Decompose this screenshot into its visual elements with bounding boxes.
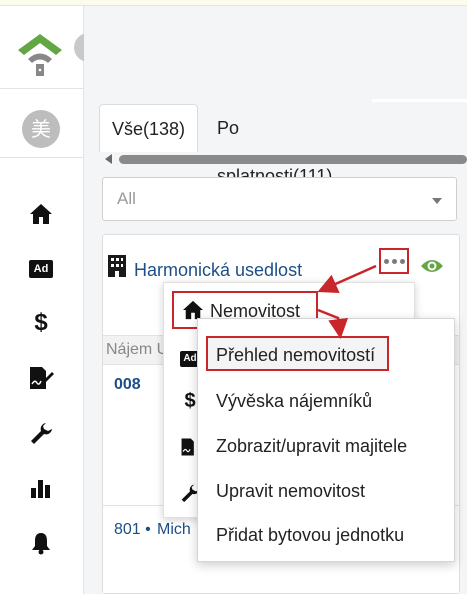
caret-down-icon bbox=[432, 198, 442, 204]
column-header: Nájem U bbox=[106, 341, 169, 358]
bar-chart-icon[interactable] bbox=[28, 475, 54, 501]
submenu-item-tenant-board[interactable]: Vývěska nájemníků bbox=[198, 379, 454, 423]
sidebar-divider bbox=[0, 88, 84, 89]
app-logo-icon[interactable] bbox=[14, 28, 66, 78]
ad-icon[interactable]: Ad bbox=[28, 256, 54, 282]
submenu-item-label: Zobrazit/upravit majitele bbox=[216, 436, 408, 456]
submenu-item-label: Upravit nemovitost bbox=[216, 481, 366, 501]
building-icon bbox=[107, 254, 127, 278]
dot-icon bbox=[383, 258, 389, 264]
unit-number-link[interactable]: 801 • bbox=[114, 521, 151, 539]
more-options-button[interactable] bbox=[379, 248, 409, 274]
tab-all[interactable]: Vše(138) bbox=[99, 104, 199, 152]
scroll-left-icon[interactable] bbox=[105, 154, 112, 164]
scrollbar-thumb[interactable] bbox=[119, 155, 467, 164]
submenu-item-edit-owner[interactable]: Zobrazit/upravit majitele bbox=[198, 424, 454, 468]
submenu-item-edit-property[interactable]: Upravit nemovitost bbox=[198, 469, 454, 513]
submenu-item-label: Přehled nemovitostí bbox=[216, 345, 376, 365]
submenu-item-label: Přidat bytovou jednotku bbox=[216, 525, 405, 545]
horizontal-scrollbar[interactable] bbox=[103, 152, 467, 166]
ad-icon-label: Ad bbox=[29, 260, 53, 278]
sign-document-icon[interactable] bbox=[28, 365, 54, 391]
property-name-link[interactable]: Harmonická usedlost bbox=[134, 260, 302, 281]
eye-icon[interactable] bbox=[420, 257, 444, 275]
sidebar-divider bbox=[0, 157, 84, 158]
unit-number-link[interactable]: 008 bbox=[114, 376, 141, 394]
top-bar-divider bbox=[372, 99, 467, 102]
submenu-item-label: Vývěska nájemníků bbox=[216, 391, 373, 411]
dollar-icon-label: $ bbox=[34, 309, 48, 336]
avatar[interactable]: 美 bbox=[22, 110, 60, 148]
bell-icon[interactable] bbox=[28, 530, 54, 556]
home-icon[interactable] bbox=[28, 201, 54, 227]
dot-icon bbox=[399, 258, 405, 264]
tab-overdue[interactable]: Po splatnosti(111) bbox=[205, 104, 344, 186]
submenu-item-add-unit[interactable]: Přidat bytovou jednotku bbox=[198, 513, 454, 557]
property-filter-select[interactable]: All bbox=[102, 177, 457, 221]
top-bar bbox=[84, 6, 467, 90]
sidebar: 美 Ad $ bbox=[0, 6, 84, 594]
dot-icon bbox=[391, 258, 397, 264]
dollar-icon[interactable]: $ bbox=[28, 310, 54, 336]
submenu-item-property-overview[interactable]: Přehled nemovitostí bbox=[206, 336, 389, 371]
wrench-icon[interactable] bbox=[28, 420, 54, 446]
dollar-icon-label: $ bbox=[184, 390, 196, 412]
tenant-name-link[interactable]: Mich bbox=[157, 521, 191, 539]
select-value: All bbox=[117, 189, 136, 208]
